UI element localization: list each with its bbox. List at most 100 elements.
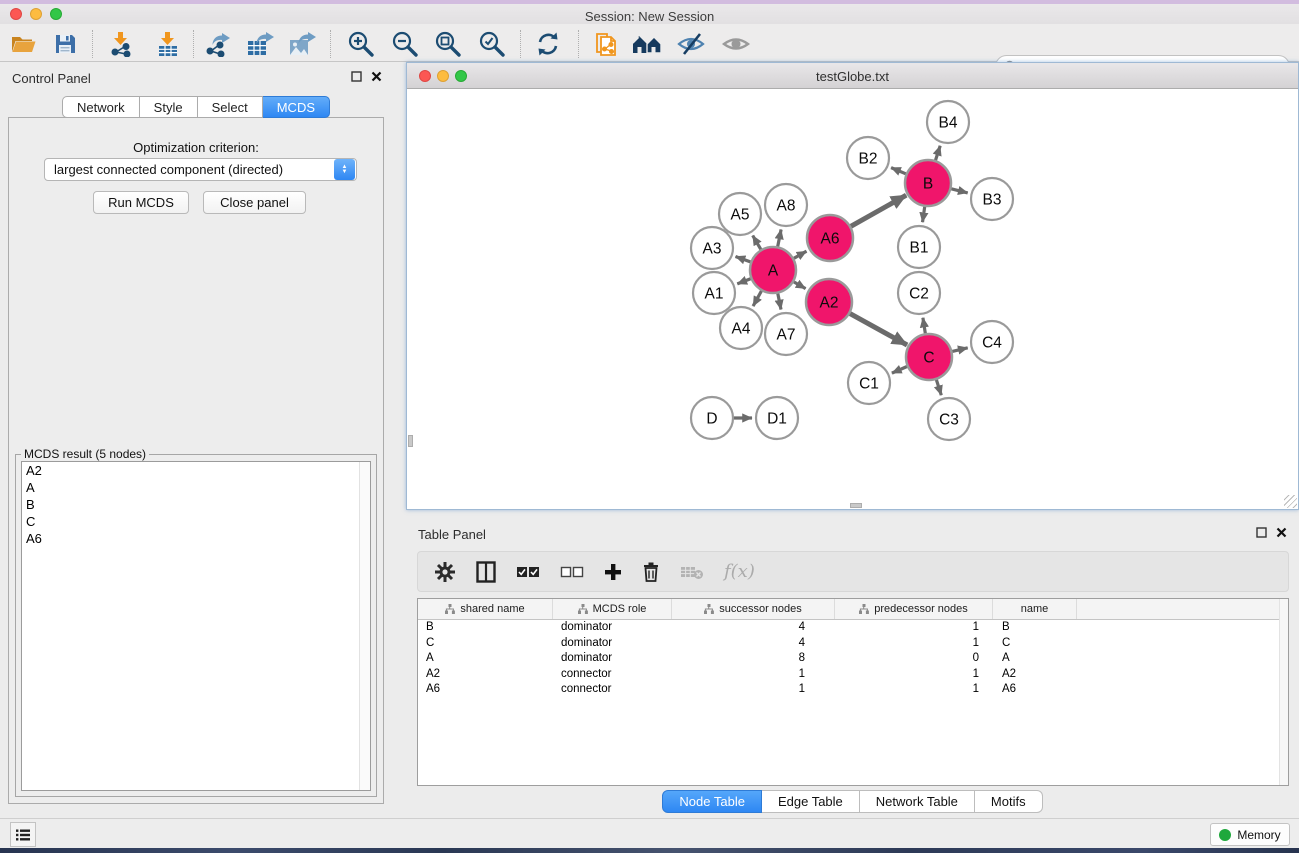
canvas-horizontal-scrollbar-thumb[interactable]: [850, 503, 862, 508]
cell-shared-name[interactable]: A6: [418, 682, 553, 698]
hide-selected-eye-icon[interactable]: [674, 29, 708, 59]
column-header-successor-nodes[interactable]: successor nodes: [672, 599, 835, 619]
tab-select[interactable]: Select: [198, 96, 263, 118]
cell-successor-nodes[interactable]: 1: [672, 682, 835, 698]
mcds-result-item[interactable]: A2: [22, 462, 370, 479]
show-all-eye-icon[interactable]: [719, 29, 753, 59]
open-session-icon[interactable]: [6, 29, 40, 59]
node-table[interactable]: shared nameMCDS rolesuccessor nodesprede…: [417, 598, 1289, 786]
graph-edge-A-A7[interactable]: [778, 294, 781, 310]
canvas-vertical-scrollbar-thumb[interactable]: [408, 435, 413, 447]
graph-edge-C-C4[interactable]: [952, 348, 967, 352]
tab-network-table[interactable]: Network Table: [860, 790, 975, 813]
column-header-name[interactable]: name: [993, 599, 1077, 619]
cell-predecessor-nodes[interactable]: 0: [835, 651, 993, 667]
criterion-dropdown[interactable]: largest connected component (directed) ▲…: [44, 158, 357, 181]
graph-edge-A-A4[interactable]: [753, 291, 761, 306]
show-panel-list-button[interactable]: [10, 822, 36, 847]
mcds-result-list[interactable]: A2ABCA6: [21, 461, 371, 791]
float-table-panel-icon[interactable]: [1256, 527, 1267, 538]
column-header-predecessor-nodes[interactable]: predecessor nodes: [835, 599, 993, 619]
export-network-icon[interactable]: [201, 29, 235, 59]
network-canvas[interactable]: B4B2BB3A5A8A6A3B1AC2A1A2A4A7CC4C1C3DD1: [407, 89, 1298, 509]
graph-edge-B-B1[interactable]: [923, 207, 925, 222]
cell-predecessor-nodes[interactable]: 1: [835, 682, 993, 698]
window-resize-grip[interactable]: [1284, 495, 1297, 508]
import-table-icon[interactable]: [151, 29, 185, 59]
table-scrollbar-track[interactable]: [1279, 599, 1288, 785]
cell-name[interactable]: A2: [993, 667, 1077, 683]
table-row[interactable]: A6connector11A6: [418, 682, 1288, 698]
cell-successor-nodes[interactable]: 4: [672, 620, 835, 636]
table-row[interactable]: A2connector11A2: [418, 667, 1288, 683]
deselect-all-columns-icon[interactable]: [560, 566, 584, 578]
graph-edge-A6-B[interactable]: [851, 195, 906, 226]
mcds-result-item[interactable]: C: [22, 513, 370, 530]
mcds-result-item[interactable]: A6: [22, 530, 370, 547]
cell-name[interactable]: B: [993, 620, 1077, 636]
graph-edge-B-B4[interactable]: [936, 146, 941, 160]
table-row[interactable]: Bdominator41B: [418, 620, 1288, 636]
cell-predecessor-nodes[interactable]: 1: [835, 667, 993, 683]
graph-edge-B-B3[interactable]: [951, 189, 967, 193]
export-image-icon[interactable]: [286, 29, 320, 59]
tab-node-table[interactable]: Node Table: [662, 790, 762, 813]
network-window-titlebar[interactable]: testGlobe.txt: [407, 63, 1298, 89]
graph-edge-C-C3[interactable]: [936, 380, 941, 395]
new-network-from-selection-icon[interactable]: [590, 29, 624, 59]
cell-name[interactable]: A: [993, 651, 1077, 667]
mcds-result-item[interactable]: B: [22, 496, 370, 513]
table-options-gear-icon[interactable]: [434, 561, 456, 583]
import-network-icon[interactable]: [104, 29, 138, 59]
tab-style[interactable]: Style: [140, 96, 198, 118]
tab-motifs[interactable]: Motifs: [975, 790, 1043, 813]
mcds-result-item[interactable]: A: [22, 479, 370, 496]
zoom-selected-icon[interactable]: [475, 29, 509, 59]
cell-shared-name[interactable]: B: [418, 620, 553, 636]
show-columns-icon[interactable]: [476, 561, 496, 583]
close-table-panel-icon[interactable]: [1276, 527, 1287, 538]
zoom-in-icon[interactable]: [344, 29, 378, 59]
close-panel-icon[interactable]: [371, 71, 382, 82]
first-neighbors-icon[interactable]: [630, 29, 664, 59]
cell-shared-name[interactable]: A: [418, 651, 553, 667]
export-table-icon[interactable]: [244, 29, 278, 59]
graph-edge-A-A5[interactable]: [753, 236, 761, 250]
memory-button[interactable]: Memory: [1210, 823, 1290, 846]
cell-successor-nodes[interactable]: 8: [672, 651, 835, 667]
close-panel-button[interactable]: Close panel: [203, 191, 306, 214]
cell-predecessor-nodes[interactable]: 1: [835, 620, 993, 636]
scrollbar-track[interactable]: [359, 462, 370, 790]
cell-name[interactable]: C: [993, 636, 1077, 652]
refresh-network-icon[interactable]: [531, 29, 565, 59]
graph-edge-A-A8[interactable]: [778, 230, 781, 247]
float-panel-icon[interactable]: [351, 71, 362, 82]
cell-mcds-role[interactable]: connector: [553, 667, 672, 683]
table-row[interactable]: Cdominator41C: [418, 636, 1288, 652]
column-header-mcds-role[interactable]: MCDS role: [553, 599, 672, 619]
zoom-out-icon[interactable]: [388, 29, 422, 59]
graph-edge-C-C1[interactable]: [892, 367, 907, 374]
cell-mcds-role[interactable]: connector: [553, 682, 672, 698]
tab-network[interactable]: Network: [62, 96, 140, 118]
graph-edge-A-A3[interactable]: [736, 257, 751, 262]
graph-edge-B-B2[interactable]: [891, 168, 906, 174]
cell-predecessor-nodes[interactable]: 1: [835, 636, 993, 652]
graph-edge-A-A6[interactable]: [794, 251, 807, 258]
graph-edge-A-A1[interactable]: [737, 279, 750, 284]
cell-mcds-role[interactable]: dominator: [553, 636, 672, 652]
graph-edge-C-C2[interactable]: [923, 318, 925, 334]
run-mcds-button[interactable]: Run MCDS: [93, 191, 189, 214]
select-all-columns-icon[interactable]: [516, 566, 540, 578]
graph-edge-A2-C[interactable]: [850, 314, 907, 345]
cell-mcds-role[interactable]: dominator: [553, 620, 672, 636]
delete-columns-trash-icon[interactable]: [642, 561, 660, 582]
cell-mcds-role[interactable]: dominator: [553, 651, 672, 667]
cell-shared-name[interactable]: C: [418, 636, 553, 652]
save-session-icon[interactable]: [48, 29, 82, 59]
table-row[interactable]: Adominator80A: [418, 651, 1288, 667]
graph-edge-A-A2[interactable]: [794, 282, 806, 289]
tab-edge-table[interactable]: Edge Table: [762, 790, 860, 813]
cell-successor-nodes[interactable]: 1: [672, 667, 835, 683]
tab-mcds[interactable]: MCDS: [263, 96, 330, 118]
